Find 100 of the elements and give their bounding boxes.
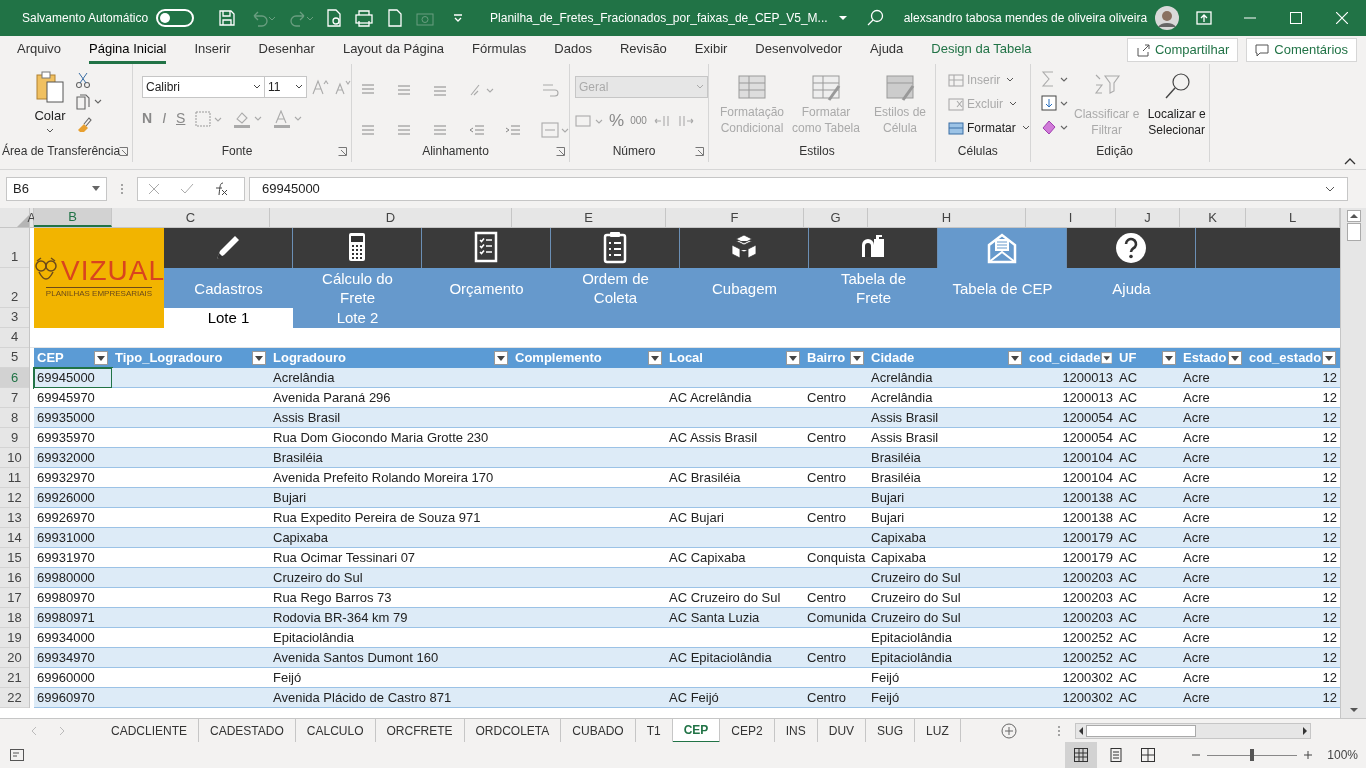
ribbon-button[interactable]: Localizar e Selecionar	[1144, 70, 1209, 142]
row-header[interactable]: 12	[7, 487, 22, 508]
table-cell: AC	[1116, 448, 1180, 468]
row-header[interactable]: 8	[10, 407, 19, 428]
row-header[interactable]: 4	[10, 326, 19, 346]
menu-tab[interactable]: Ajuda	[870, 36, 904, 64]
menu-tab[interactable]: Exibir	[694, 36, 728, 64]
table-cell: Capixaba	[868, 528, 1026, 548]
column-header[interactable]: E	[512, 208, 666, 227]
table-cell: Assis Brasil	[868, 408, 1026, 428]
table-cell: 69932000	[34, 448, 112, 468]
column-header[interactable]: J	[1116, 208, 1180, 227]
table-cell: 12	[1246, 408, 1340, 428]
group-label: Células	[957, 144, 998, 158]
table-cell: Cruzeiro do Sul	[868, 608, 1026, 628]
menu-tab[interactable]: Desenhar	[258, 36, 315, 64]
table-cell: Centro	[804, 648, 868, 668]
table-cell: AC	[1116, 368, 1180, 388]
table-cell: Centro	[804, 688, 868, 708]
name-box[interactable]: B6	[6, 177, 107, 201]
group-label: Edição	[1096, 144, 1134, 158]
column-heading: Local	[666, 348, 804, 368]
menu-tab[interactable]: Dados	[554, 36, 592, 64]
column-header[interactable]: B	[34, 208, 112, 227]
column-header[interactable]: F	[666, 208, 804, 227]
table-cell: Cruzeiro do Sul	[270, 568, 512, 588]
sheet-tab[interactable]: CEP	[672, 718, 721, 743]
row-header[interactable]: 22	[7, 687, 22, 708]
table-cell: AC Epitaciolândia	[666, 648, 804, 668]
row-header[interactable]: 17	[7, 587, 22, 608]
table-cell: Acrelândia	[270, 368, 512, 388]
column-heading: Cidade	[868, 348, 1026, 368]
share-button[interactable]: Compartilhar	[1126, 38, 1239, 62]
table-cell: 69934970	[34, 648, 112, 668]
table-cell: Feijó	[868, 688, 1026, 708]
column-header[interactable]: K	[1180, 208, 1246, 227]
table-cell: Acre	[1180, 368, 1246, 388]
table-cell: AC Santa Luzia	[666, 608, 804, 628]
column-header[interactable]: G	[804, 208, 868, 227]
table-cell: 69931000	[34, 528, 112, 548]
row-header[interactable]: 19	[7, 627, 22, 648]
zoom-level[interactable]: 100%	[1327, 746, 1358, 764]
row-header[interactable]: 13	[7, 507, 22, 528]
column-heading: CEP	[34, 348, 112, 368]
table-cell: Acre	[1180, 448, 1246, 468]
row-header[interactable]: 14	[7, 527, 22, 548]
font-name-field[interactable]: Calibri	[142, 76, 265, 98]
row-header[interactable]: 20	[7, 647, 22, 668]
table-cell: Cruzeiro do Sul	[868, 568, 1026, 588]
column-header[interactable]: H	[868, 208, 1026, 227]
lote-tab[interactable]: Lote 1	[164, 308, 293, 328]
row-header[interactable]: 5	[10, 346, 19, 366]
table-cell: AC	[1116, 568, 1180, 588]
table-cell: Acre	[1180, 568, 1246, 588]
row-header[interactable]: 18	[7, 607, 22, 628]
column-header[interactable]: D	[270, 208, 512, 227]
table-cell: 12	[1246, 368, 1340, 388]
document-title: Planilha_de_Fretes_Fracionados_por_faixas_de_CEP_V5_M...	[490, 10, 828, 27]
row-header[interactable]: 16	[7, 567, 22, 588]
row-header[interactable]: 7	[10, 387, 19, 408]
row-header[interactable]: 3	[10, 306, 19, 326]
table-cell: Capixaba	[270, 528, 512, 548]
table-cell: 1200138	[1026, 488, 1116, 508]
menu-tab[interactable]: Revisão	[619, 36, 667, 64]
table-cell: AC	[1116, 488, 1180, 508]
column-heading: UF	[1116, 348, 1180, 368]
row-header[interactable]: 9	[10, 427, 19, 448]
table-cell: 12	[1246, 568, 1340, 588]
table-cell: AC	[1116, 688, 1180, 708]
formula-input[interactable]: 69945000	[249, 177, 1348, 201]
table-cell: 1200203	[1026, 568, 1116, 588]
column-header[interactable]: C	[112, 208, 270, 227]
table-cell: Acre	[1180, 648, 1246, 668]
menu-tab[interactable]: Layout da Página	[342, 36, 445, 64]
menu-tab[interactable]: Design da Tabela	[931, 36, 1032, 64]
column-header[interactable]: I	[1026, 208, 1116, 227]
menu-tab[interactable]: Fórmulas	[472, 36, 527, 64]
table-cell: 69980000	[34, 568, 112, 588]
row-header[interactable]: 10	[7, 447, 22, 468]
ribbon-button[interactable]: Formatar	[948, 118, 1030, 138]
row-header[interactable]: 21	[7, 667, 22, 688]
menu-tab[interactable]: Arquivo	[17, 36, 62, 64]
column-heading: Tipo_Logradouro	[112, 348, 270, 368]
group-label: Alinhamento	[422, 144, 489, 158]
table-cell: 1200252	[1026, 648, 1116, 668]
comments-button[interactable]: Comentários	[1246, 38, 1357, 62]
menu-tab[interactable]: Inserir	[194, 36, 231, 64]
row-header[interactable]: 1	[10, 246, 19, 266]
table-cell: 69926000	[34, 488, 112, 508]
menu-tab[interactable]: Desenvolvedor	[755, 36, 843, 64]
row-header[interactable]: 15	[7, 547, 22, 568]
row-header[interactable]: 2	[10, 286, 19, 306]
table-cell: 12	[1246, 648, 1340, 668]
font-size-field[interactable]: 11	[265, 76, 307, 98]
group-label: Estilos	[799, 144, 835, 158]
table-cell: 1200104	[1026, 448, 1116, 468]
row-header[interactable]: 11	[7, 467, 22, 488]
paste-button[interactable]: Colar	[28, 70, 72, 132]
table-cell: 1200054	[1026, 408, 1116, 428]
table-cell: Avenida Plácido de Castro 871	[270, 688, 512, 708]
